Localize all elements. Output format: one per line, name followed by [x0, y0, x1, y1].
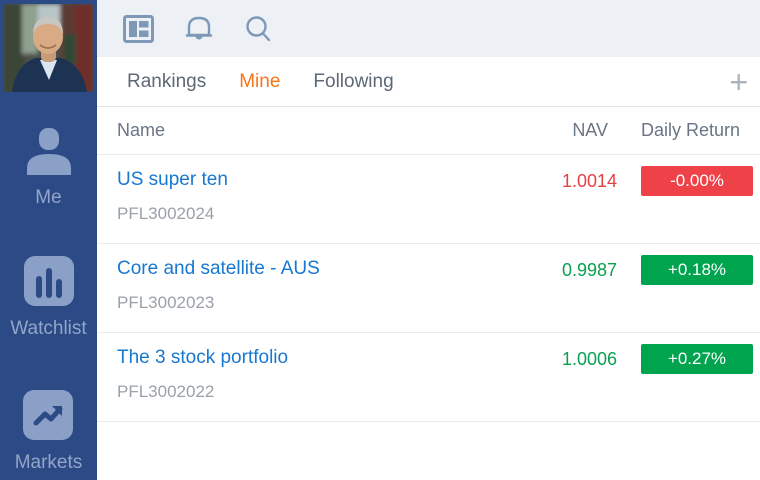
daily-return-badge: -0.00% [641, 166, 753, 196]
nav-value: 1.0006 [527, 344, 617, 374]
portfolio-name[interactable]: Core and satellite - AUS [117, 257, 527, 281]
tab-rankings[interactable]: Rankings [127, 71, 206, 93]
sidebar-item-watchlist[interactable]: Watchlist [10, 256, 86, 340]
sidebar-item-label: Watchlist [10, 318, 86, 340]
sidebar: Me Watchlist Markets [0, 0, 97, 480]
sidebar-item-markets[interactable]: Markets [15, 390, 83, 474]
add-portfolio-button[interactable]: + [729, 65, 748, 99]
portfolio-name[interactable]: US super ten [117, 168, 527, 192]
search-icon[interactable] [244, 14, 272, 43]
table-row[interactable]: US super ten PFL3002024 1.0014 -0.00% [97, 155, 760, 244]
tab-bar: Rankings Mine Following + [97, 57, 760, 107]
bell-icon[interactable] [185, 14, 213, 44]
sidebar-item-me[interactable]: Me [25, 128, 73, 209]
daily-return-badge: +0.27% [641, 344, 753, 374]
portfolio-code: PFL3002023 [117, 293, 527, 313]
tab-following[interactable]: Following [313, 71, 393, 93]
user-icon [25, 128, 73, 180]
table-row[interactable]: Core and satellite - AUS PFL3002023 0.99… [97, 244, 760, 333]
avatar[interactable] [4, 4, 93, 92]
topbar [97, 0, 760, 57]
nav-value: 0.9987 [527, 255, 617, 285]
main-area: Rankings Mine Following + Name NAV Daily… [97, 0, 760, 480]
avatar-photo [4, 4, 93, 92]
portfolio-code: PFL3002024 [117, 204, 527, 224]
table-row[interactable]: The 3 stock portfolio PFL3002022 1.0006 … [97, 333, 760, 422]
table-header: Name NAV Daily Return [97, 107, 760, 155]
sidebar-item-label: Me [35, 187, 61, 209]
nav-value: 1.0014 [527, 166, 617, 196]
daily-return-badge: +0.18% [641, 255, 753, 285]
portfolio-name[interactable]: The 3 stock portfolio [117, 346, 527, 370]
bar-chart-icon [24, 256, 74, 311]
column-header-daily-return: Daily Return [641, 120, 753, 141]
portfolio-code: PFL3002022 [117, 382, 527, 402]
empty-area [97, 422, 760, 480]
sidebar-item-label: Markets [15, 452, 83, 474]
news-layout-icon[interactable] [123, 15, 154, 43]
tab-mine[interactable]: Mine [239, 71, 280, 93]
column-header-name: Name [117, 120, 518, 141]
column-header-nav: NAV [518, 120, 608, 141]
trend-up-icon [23, 390, 73, 445]
